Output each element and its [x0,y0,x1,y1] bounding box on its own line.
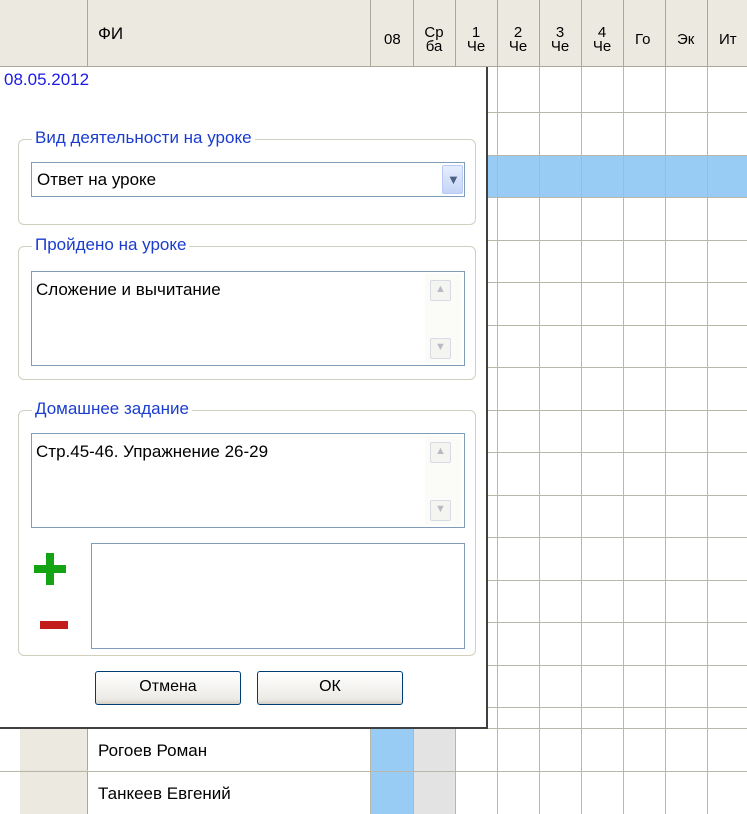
grid-header-col-exam[interactable]: Эк [666,0,708,67]
student-name-cell[interactable]: Рогоев Роман [88,729,371,771]
grid-vline [707,67,708,814]
grid-header-col-year-label: Го [635,31,651,48]
grid-header-col-q1[interactable]: 1 Че [456,0,498,67]
grade-cell-selected[interactable] [371,772,414,814]
grid-header-name[interactable]: ФИ [88,0,371,67]
student-name-cell[interactable]: Танкеев Евгений [88,772,371,814]
grid-header-col-total-label: Ит [719,31,737,48]
row-indicator [20,729,88,771]
activity-group-title: Вид деятельности на уроке [32,128,255,148]
homework-text: Стр.45-46. Упражнение 26-29 [36,442,269,461]
activity-select-value: Ответ на уроке [37,170,157,189]
grid-header-col-date-label: 08 [384,31,401,48]
attachments-list[interactable] [91,543,465,649]
grid-header-col-q3[interactable]: 3 Че [540,0,582,67]
homework-textarea[interactable]: Стр.45-46. Упражнение 26-29 ▲ ▼ [31,433,465,528]
lesson-popup: 08.05.2012 Вид деятельности на уроке Отв… [0,67,488,729]
activity-select[interactable]: Ответ на уроке ▼ [31,162,465,197]
grid-vline [497,67,498,814]
student-name: Рогоев Роман [98,741,208,760]
cancel-button-label: Отмена [139,678,197,695]
scroll-down-button[interactable]: ▼ [430,338,451,359]
grid-header-col-q2-label: 2 Че [508,24,528,55]
grid-selected-row[interactable] [488,155,747,197]
grid-header-col-date[interactable]: 08 [371,0,414,67]
table-row[interactable]: Рогоев Роман [0,729,747,771]
lesson-date: 08.05.2012 [4,70,90,89]
row-indicator [20,772,88,814]
scrollbar[interactable]: ▲ ▼ [425,274,461,363]
grid-header-col-total[interactable]: Ит [708,0,747,67]
cancel-button[interactable]: Отмена [95,671,241,705]
add-attachment-button[interactable] [30,549,70,589]
scrollbar[interactable]: ▲ ▼ [425,436,461,525]
grid-header-col-q1-label: 1 Че [466,24,486,55]
dropdown-button[interactable]: ▼ [442,165,463,194]
ok-button[interactable]: ОК [257,671,403,705]
covered-textarea[interactable]: Сложение и вычитание ▲ ▼ [31,271,465,366]
grid-header-col-q2[interactable]: 2 Че [498,0,540,67]
minus-icon [40,621,68,629]
grid-header-col-q3-label: 3 Че [550,24,570,55]
student-name: Танкеев Евгений [98,784,231,803]
grade-cell-average [414,729,456,771]
grid-header-col-avg-label: Ср ба [424,24,444,55]
plus-icon [34,553,66,585]
table-row[interactable]: Танкеев Евгений [0,772,747,814]
grade-cell-average [414,772,456,814]
remove-attachment-button[interactable] [38,615,70,635]
covered-text: Сложение и вычитание [36,280,221,299]
grid-header-col-avg[interactable]: Ср ба [414,0,456,67]
grid-header-col-year[interactable]: Го [624,0,666,67]
scroll-up-button[interactable]: ▲ [430,280,451,301]
scroll-up-button[interactable]: ▲ [430,442,451,463]
chevron-down-icon: ▼ [447,172,460,187]
grid-vline [665,67,666,814]
grid-header-corner [0,0,88,67]
grid-vline [581,67,582,814]
scroll-down-button[interactable]: ▼ [430,500,451,521]
grid-vline [623,67,624,814]
ok-button-label: ОК [319,678,341,695]
homework-group-title: Домашнее задание [32,399,192,419]
grid-header-col-q4-label: 4 Че [592,24,612,55]
grid-header-col-exam-label: Эк [677,31,695,48]
grid-header-col-q4[interactable]: 4 Че [582,0,624,67]
covered-group-title: Пройдено на уроке [32,235,190,255]
grid-header-name-label: ФИ [98,24,124,43]
grade-cell-selected[interactable] [371,729,414,771]
grid-vline [539,67,540,814]
